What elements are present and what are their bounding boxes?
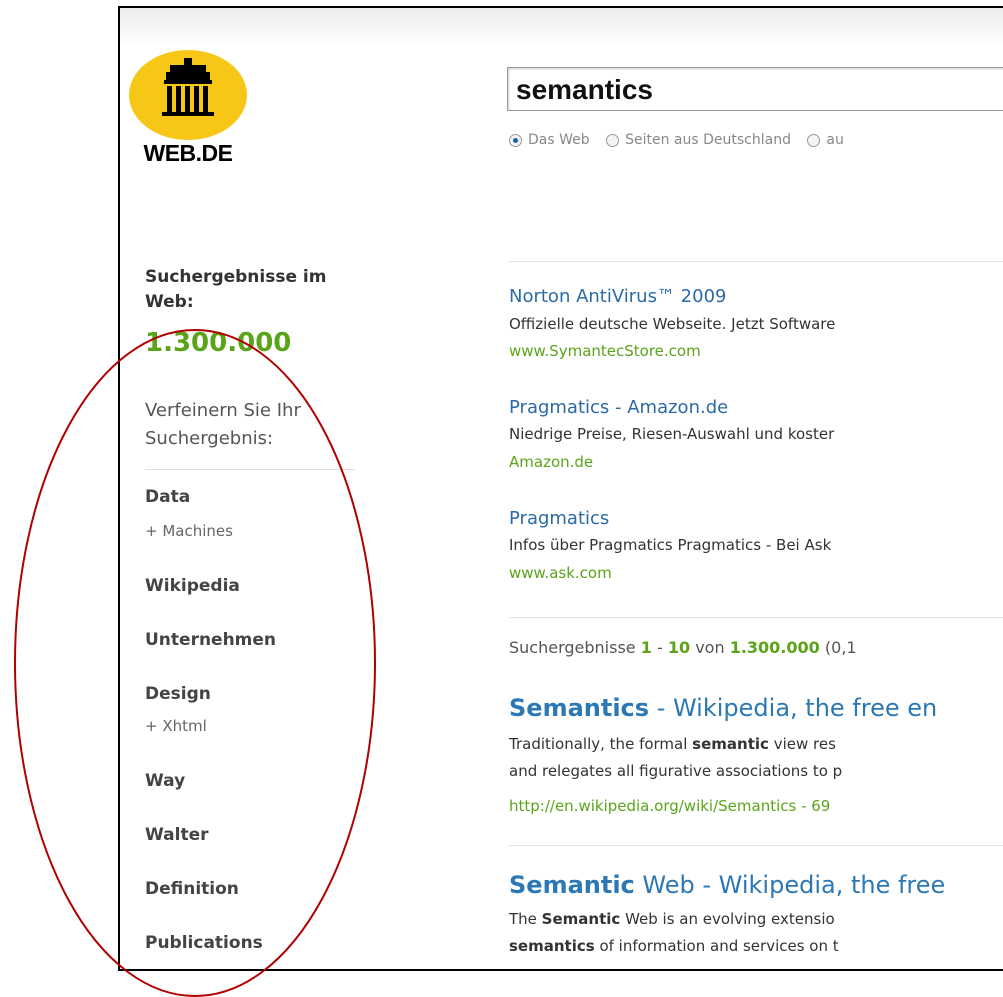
summary-von: von: [695, 638, 725, 657]
facet-way[interactable]: Way: [145, 771, 185, 791]
result-url[interactable]: http://en.wikipedia.org/wiki/Semantics -…: [509, 797, 830, 815]
snippet-highlight: semantic: [692, 735, 769, 753]
ad-description: Offizielle deutsche Webseite. Jetzt Soft…: [509, 315, 836, 333]
divider: [145, 469, 355, 470]
result-title-bold: Semantic: [509, 871, 635, 899]
divider: [509, 261, 1003, 262]
summary-from: 1: [640, 638, 652, 657]
top-strip: [120, 8, 1003, 48]
summary-dash: -: [656, 638, 663, 657]
summary-prefix: Suchergebnisse: [509, 638, 636, 657]
snippet-text: of information and services on t: [594, 937, 839, 955]
result-title-rest: - Wikipedia, the free en: [649, 694, 938, 722]
radio-selected-icon: [509, 133, 522, 147]
result-title-link[interactable]: Semantic Web - Wikipedia, the free: [509, 871, 945, 899]
result-snippet-line: semantics of information and services on…: [509, 933, 839, 960]
result-title-link[interactable]: Semantics - Wikipedia, the free en: [509, 694, 937, 722]
radio-third-option[interactable]: au: [807, 132, 844, 148]
result-snippet-line: and relegates all figurative association…: [509, 762, 843, 780]
radio-deutschland[interactable]: Seiten aus Deutschland: [606, 132, 791, 148]
ad-url[interactable]: www.SymantecStore.com: [509, 342, 701, 360]
refine-label: Verfeinern Sie Ihr Suchergebnis:: [145, 400, 301, 449]
facet-data[interactable]: Data: [145, 487, 190, 507]
webde-logo[interactable]: WEB.DE: [128, 50, 248, 167]
snippet-text: Traditionally, the formal: [509, 735, 693, 753]
ad-description: Niedrige Preise, Riesen-Auswahl und kost…: [509, 425, 835, 443]
search-scope-options: Das Web Seiten aus Deutschland au: [509, 132, 856, 151]
summary-to: 10: [667, 638, 691, 657]
facet-definition[interactable]: Definition: [145, 879, 239, 899]
facet-wikipedia[interactable]: Wikipedia: [145, 576, 240, 596]
logo-text: WEB.DE: [143, 140, 234, 166]
ad-url[interactable]: www.ask.com: [509, 564, 612, 582]
search-input[interactable]: semantics: [507, 67, 1003, 111]
result-title-rest: Web - Wikipedia, the free: [634, 871, 946, 899]
facet-design[interactable]: Design: [145, 684, 211, 704]
facet-walter[interactable]: Walter: [145, 825, 208, 845]
facet-publications[interactable]: Publications: [145, 933, 263, 953]
divider: [509, 617, 1003, 618]
snippet-text: The: [509, 910, 542, 928]
result-snippet: The Semantic Web is an evolving extensio: [509, 906, 835, 933]
radio-label: Das Web: [528, 132, 590, 148]
snippet-text: view res: [768, 735, 836, 753]
radio-label: Seiten aus Deutschland: [625, 132, 791, 148]
radio-icon: [807, 133, 821, 147]
summary-suffix: (0,1: [824, 638, 857, 657]
facet-sub-xhtml[interactable]: + Xhtml: [145, 717, 207, 735]
ad-title[interactable]: Norton AntiVirus™ 2009: [509, 286, 727, 307]
result-title-bold: Semantics: [509, 694, 650, 722]
facet-unternehmen[interactable]: Unternehmen: [145, 630, 276, 650]
browser-frame: [118, 6, 1003, 971]
brandenburg-gate-icon: [129, 50, 247, 140]
snippet-highlight: semantics: [509, 937, 595, 955]
ad-url[interactable]: Amazon.de: [509, 453, 593, 471]
snippet-highlight: Semantic: [541, 910, 621, 928]
results-summary: Suchergebnisse 1 - 10 von 1.300.000 (0,1: [509, 638, 857, 657]
ad-title[interactable]: Pragmatics: [509, 508, 609, 529]
snippet-text: Web is an evolving extensio: [620, 910, 835, 928]
radio-label: au: [826, 132, 844, 148]
ad-description: Infos über Pragmatics Pragmatics - Bei A…: [509, 536, 832, 554]
ad-title[interactable]: Pragmatics - Amazon.de: [509, 397, 728, 418]
result-snippet: Traditionally, the formal semantic view …: [509, 731, 836, 758]
facet-sub-machines[interactable]: + Machines: [145, 522, 233, 540]
results-count: 1.300.000: [145, 328, 292, 358]
radio-das-web[interactable]: Das Web: [509, 132, 590, 148]
radio-icon: [606, 133, 620, 147]
results-heading: Suchergebnisse im Web:: [145, 267, 327, 312]
summary-total: 1.300.000: [729, 638, 820, 657]
divider: [509, 845, 1003, 846]
